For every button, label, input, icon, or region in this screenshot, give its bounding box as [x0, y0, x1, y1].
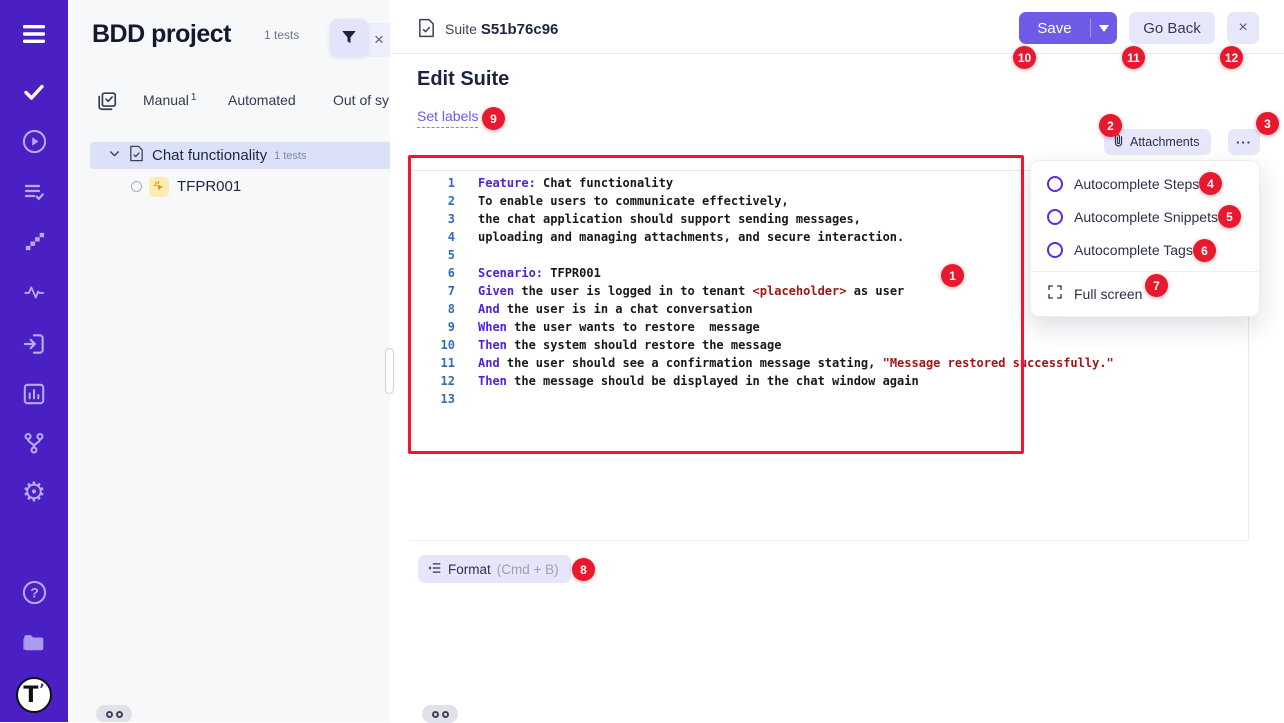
format-label: Format	[448, 562, 491, 577]
line-number: 7	[413, 282, 455, 300]
suite-header: Suite S51b76c96 Save Go Back ×	[390, 0, 1284, 54]
panel-resize-handle[interactable]	[385, 348, 394, 394]
menu-icon[interactable]	[0, 22, 68, 46]
import-icon[interactable]	[0, 331, 68, 357]
line-number: 2	[413, 192, 455, 210]
line-number: 12	[413, 372, 455, 390]
line-number: 8	[413, 300, 455, 318]
svg-text:?: ?	[30, 584, 39, 600]
suite-name: Chat functionality	[152, 147, 267, 164]
line-number: 13	[413, 390, 455, 408]
fullscreen-icon	[1047, 284, 1063, 303]
suite-type-label: Suite	[445, 21, 477, 37]
chevron-down-icon[interactable]	[108, 147, 121, 165]
page-title: Edit Suite	[417, 68, 509, 91]
tests-icon[interactable]	[0, 80, 68, 104]
attachments-label: Attachments	[1130, 135, 1199, 149]
filter-funnel-icon	[340, 28, 358, 49]
tree-suite-row[interactable]: Chat functionality 1 tests	[90, 142, 390, 169]
save-button[interactable]: Save	[1019, 12, 1117, 44]
tab-manual-count: 1	[191, 92, 197, 103]
line-number: 4	[413, 228, 455, 246]
editor-bottom-border	[410, 540, 1248, 541]
line-number: 3	[413, 210, 455, 228]
code-line: 12Then the message should be displayed i…	[413, 372, 1258, 390]
analytics-pulse-icon[interactable]	[0, 281, 68, 303]
panel-footer-pill[interactable]	[96, 705, 132, 722]
test-name: TFPR001	[177, 178, 241, 195]
suite-file-icon	[418, 18, 435, 41]
editor-options-menu: Autocomplete Steps Autocomplete Snippets…	[1030, 160, 1260, 317]
test-type-tabs: Manual1 Automated Out of sy	[68, 88, 390, 116]
tree-test-row[interactable]: TFPR001	[90, 173, 390, 200]
click-cursor-icon	[149, 177, 169, 197]
steps-icon[interactable]	[0, 231, 68, 254]
suite-breadcrumb: Suite S51b76c96	[418, 18, 558, 41]
suite-editor-area: Suite S51b76c96 Save Go Back × Edit Suit…	[390, 0, 1284, 722]
menu-item-autocomplete-steps[interactable]: Autocomplete Steps	[1031, 167, 1259, 200]
save-label: Save	[1019, 20, 1090, 37]
project-tests-count: 1 tests	[264, 28, 299, 42]
suite-doc-icon	[129, 145, 144, 167]
format-button[interactable]: Format (Cmd + B)	[418, 555, 571, 583]
settings-gear-icon[interactable]: ⚙	[0, 479, 68, 506]
project-panel: BDD project 1 tests × Manual1 Automated …	[68, 0, 390, 722]
projects-folder-icon[interactable]	[0, 629, 68, 655]
attachments-button[interactable]: Attachments	[1104, 129, 1211, 155]
project-title: BDD project	[92, 20, 231, 49]
suite-id: S51b76c96	[481, 21, 559, 38]
line-number: 6	[413, 264, 455, 282]
tab-out-of-sync[interactable]: Out of sy	[333, 92, 389, 108]
tab-manual[interactable]: Manual1	[143, 92, 196, 108]
format-shortcut: (Cmd + B)	[497, 562, 559, 577]
branches-icon[interactable]	[0, 430, 68, 456]
code-line: 9When the user wants to restore message	[413, 318, 1258, 336]
code-line: 10Then the system should restore the mes…	[413, 336, 1258, 354]
test-status-circle[interactable]	[131, 181, 142, 192]
toggle-circle-icon[interactable]	[1047, 209, 1063, 225]
testomat-logo[interactable]: Tʼ	[0, 677, 68, 713]
line-number: 10	[413, 336, 455, 354]
toggle-circle-icon[interactable]	[1047, 242, 1063, 258]
line-number: 5	[413, 246, 455, 264]
paperclip-icon	[1112, 133, 1125, 151]
suite-tests-count: 1 tests	[274, 150, 306, 162]
line-number: 9	[413, 318, 455, 336]
code-line: 13	[413, 390, 1258, 408]
toggle-circle-icon[interactable]	[1047, 176, 1063, 192]
menu-item-full-screen[interactable]: Full screen	[1031, 277, 1259, 310]
close-editor-button[interactable]: ×	[1227, 12, 1259, 44]
more-options-button[interactable]: ···	[1228, 129, 1260, 155]
help-icon[interactable]: ?	[0, 579, 68, 606]
app-sidebar: ⚙ ? Tʼ	[0, 0, 68, 722]
set-labels-link[interactable]: Set labels	[417, 108, 478, 128]
line-number: 1	[413, 174, 455, 192]
editor-footer-pill[interactable]	[422, 705, 458, 723]
menu-divider	[1031, 271, 1259, 272]
runs-icon[interactable]	[0, 128, 68, 155]
menu-item-autocomplete-tags[interactable]: Autocomplete Tags	[1031, 233, 1259, 266]
menu-item-autocomplete-snippets[interactable]: Autocomplete Snippets	[1031, 200, 1259, 233]
format-indent-icon	[427, 561, 442, 578]
tab-automated[interactable]: Automated	[228, 92, 296, 108]
save-dropdown-caret[interactable]	[1091, 25, 1117, 32]
copy-check-icon	[96, 90, 118, 117]
code-line: 11And the user should see a confirmation…	[413, 354, 1258, 372]
test-plans-icon[interactable]	[0, 180, 68, 204]
filter-button[interactable]	[330, 19, 368, 57]
reports-chart-icon[interactable]	[0, 381, 68, 407]
go-back-button[interactable]: Go Back	[1129, 12, 1215, 44]
line-number: 11	[413, 354, 455, 372]
